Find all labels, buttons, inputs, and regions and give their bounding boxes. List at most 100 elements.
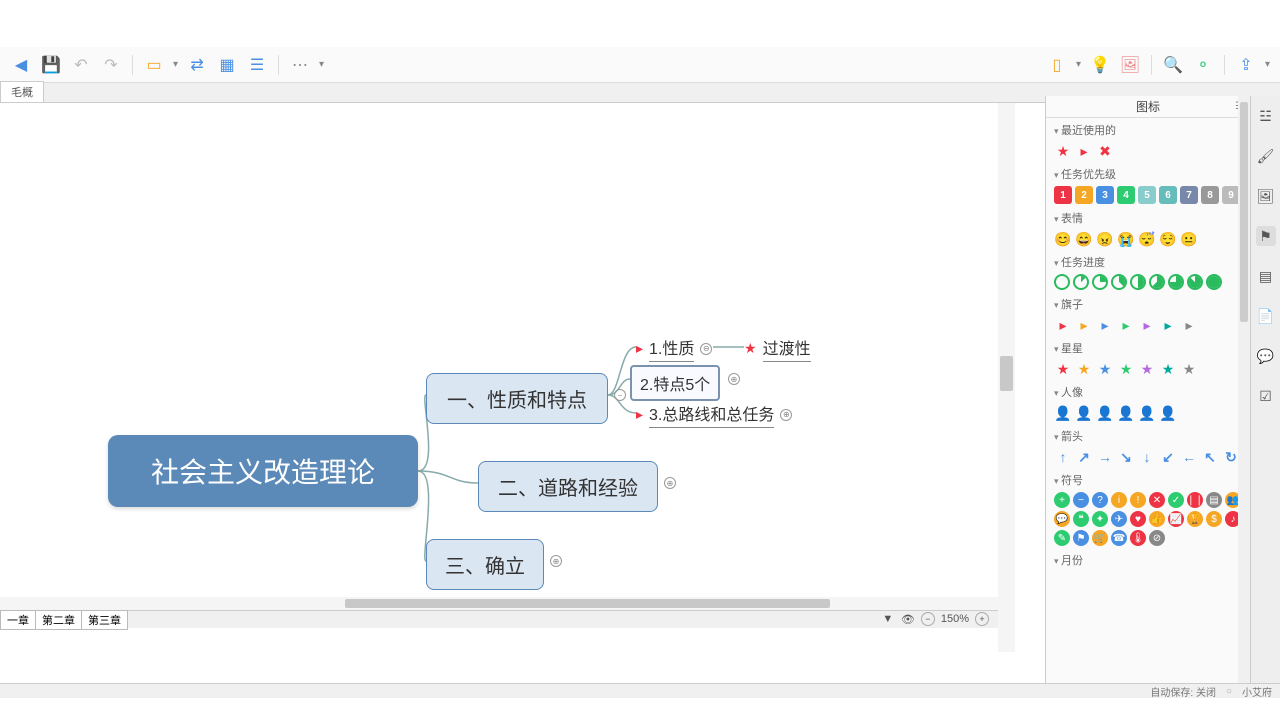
symbol-icon[interactable]: ✓ [1168, 492, 1184, 508]
structure-icon[interactable]: ⇄ [184, 52, 210, 78]
expander-icon[interactable]: ⊕ [780, 409, 792, 421]
expander-icon[interactable]: − [614, 389, 626, 401]
priority-icon[interactable]: 2 [1075, 186, 1093, 204]
recent-icon[interactable]: ★ [1054, 142, 1072, 160]
emotion-icon[interactable]: 😴 [1138, 230, 1156, 248]
symbol-icon[interactable]: ! [1130, 492, 1146, 508]
export-icon[interactable]: ⇪ [1233, 52, 1259, 78]
expander-icon[interactable]: ⊖ [700, 343, 712, 355]
recent-icon[interactable]: ▸ [1075, 142, 1093, 160]
star-icon[interactable]: ★ [1159, 360, 1177, 378]
tab-main[interactable]: 毛概 [0, 81, 44, 102]
expander-icon[interactable]: ⊕ [550, 555, 562, 567]
flag-icon[interactable]: ▸ [1117, 316, 1135, 334]
person-icon[interactable]: 👤 [1159, 404, 1177, 422]
flag-icon[interactable]: ▸ [1096, 316, 1114, 334]
symbol-icon[interactable]: 👍 [1149, 511, 1165, 527]
star-icon[interactable]: ★ [1096, 360, 1114, 378]
v-scrollbar[interactable] [998, 103, 1015, 652]
symbol-icon[interactable]: ⚑ [1073, 530, 1089, 546]
symbol-icon[interactable]: ☎ [1111, 530, 1127, 546]
image-icon[interactable]: 🖼 [1117, 52, 1143, 78]
person-icon[interactable]: 👤 [1075, 404, 1093, 422]
emotion-icon[interactable]: 😊 [1054, 230, 1072, 248]
idea-icon[interactable]: 💡 [1087, 52, 1113, 78]
eye-icon[interactable]: 👁 [901, 612, 915, 626]
progress-icon[interactable] [1054, 274, 1070, 290]
sub-1-2-selected[interactable]: 2.特点5个 [630, 365, 720, 401]
h-scrollbar[interactable] [0, 597, 1015, 610]
undo-icon[interactable]: ↶ [68, 52, 94, 78]
root-node[interactable]: 社会主义改造理论 [108, 435, 418, 507]
panel-scrollbar[interactable] [1238, 96, 1250, 683]
symbol-icon[interactable]: + [1054, 492, 1070, 508]
arrow-icon[interactable]: ↙ [1159, 448, 1177, 466]
section-header[interactable]: 最近使用的 [1054, 122, 1242, 138]
dropdown-icon[interactable]: ▾ [1074, 59, 1083, 70]
section-header[interactable]: 任务优先级 [1054, 166, 1242, 182]
section-header[interactable]: 月份 [1054, 552, 1242, 568]
arrow-icon[interactable]: → [1096, 448, 1114, 466]
star-icon[interactable]: ★ [1054, 360, 1072, 378]
sheet-tab[interactable]: 第三章 [81, 610, 128, 630]
symbol-icon[interactable]: ❘❘ [1187, 492, 1203, 508]
star-icon[interactable]: ★ [1138, 360, 1156, 378]
arrow-icon[interactable]: ↑ [1054, 448, 1072, 466]
emotion-icon[interactable]: 😄 [1075, 230, 1093, 248]
section-header[interactable]: 星星 [1054, 340, 1242, 356]
progress-icon[interactable] [1168, 274, 1184, 290]
person-icon[interactable]: 👤 [1054, 404, 1072, 422]
section-header[interactable]: 人像 [1054, 384, 1242, 400]
progress-icon[interactable] [1130, 274, 1146, 290]
sheet-tab[interactable]: 第二章 [35, 610, 82, 630]
symbol-icon[interactable]: ▤ [1206, 492, 1222, 508]
present-icon[interactable]: ▯ [1044, 52, 1070, 78]
zoom-in-button[interactable]: + [975, 612, 989, 626]
zoom-out-button[interactable]: − [921, 612, 935, 626]
emotion-icon[interactable]: 😌 [1159, 230, 1177, 248]
star-icon[interactable]: ★ [1117, 360, 1135, 378]
priority-icon[interactable]: 7 [1180, 186, 1198, 204]
style-icon[interactable]: 🖌 [1256, 146, 1276, 166]
symbol-icon[interactable]: 🌡 [1130, 530, 1146, 546]
more-icon[interactable]: ⋯ [287, 52, 313, 78]
priority-icon[interactable]: 8 [1201, 186, 1219, 204]
symbol-icon[interactable]: ✕ [1149, 492, 1165, 508]
section-header[interactable]: 旗子 [1054, 296, 1242, 312]
arrow-icon[interactable]: ↖ [1201, 448, 1219, 466]
progress-icon[interactable] [1073, 274, 1089, 290]
symbol-icon[interactable]: ✦ [1092, 511, 1108, 527]
canvas[interactable]: 社会主义改造理论 一、性质和特点 − ▸ 1.性质 ⊖ ★ 过渡性 2.特点5个… [0, 103, 1015, 665]
sheet-tab[interactable]: 一章 [0, 610, 36, 630]
symbol-icon[interactable]: ? [1092, 492, 1108, 508]
leaf-1-1-1[interactable]: ★ 过渡性 [744, 335, 811, 362]
symbol-icon[interactable]: $ [1206, 511, 1222, 527]
flag-icon[interactable]: ▸ [1138, 316, 1156, 334]
symbol-icon[interactable]: 📈 [1168, 511, 1184, 527]
theme-icon[interactable]: ▭ [141, 52, 167, 78]
person-icon[interactable]: 👤 [1138, 404, 1156, 422]
symbol-icon[interactable]: ✈ [1111, 511, 1127, 527]
search-icon[interactable]: 🔍 [1160, 52, 1186, 78]
emotion-icon[interactable]: 😭 [1117, 230, 1135, 248]
progress-icon[interactable] [1187, 274, 1203, 290]
flag-icon[interactable]: ▸ [1075, 316, 1093, 334]
priority-icon[interactable]: 4 [1117, 186, 1135, 204]
person-icon[interactable]: 👤 [1117, 404, 1135, 422]
arrow-icon[interactable]: ↗ [1075, 448, 1093, 466]
symbol-icon[interactable]: i [1111, 492, 1127, 508]
progress-icon[interactable] [1111, 274, 1127, 290]
section-header[interactable]: 任务进度 [1054, 254, 1242, 270]
dropdown-icon[interactable]: ▾ [1263, 59, 1272, 70]
section-header[interactable]: 箭头 [1054, 428, 1242, 444]
sub-1-1[interactable]: ▸ 1.性质 ⊖ [636, 335, 712, 362]
symbol-icon[interactable]: ⊘ [1149, 530, 1165, 546]
redo-icon[interactable]: ↷ [98, 52, 124, 78]
image-icon[interactable]: 🖼 [1256, 186, 1276, 206]
person-icon[interactable]: 👤 [1096, 404, 1114, 422]
symbol-icon[interactable]: 🛒 [1092, 530, 1108, 546]
dropdown-icon[interactable]: ▾ [171, 59, 180, 70]
notes-icon[interactable]: ▤ [1256, 266, 1276, 286]
outline-icon[interactable]: ☰ [244, 52, 270, 78]
flag-icon[interactable]: ▸ [1180, 316, 1198, 334]
